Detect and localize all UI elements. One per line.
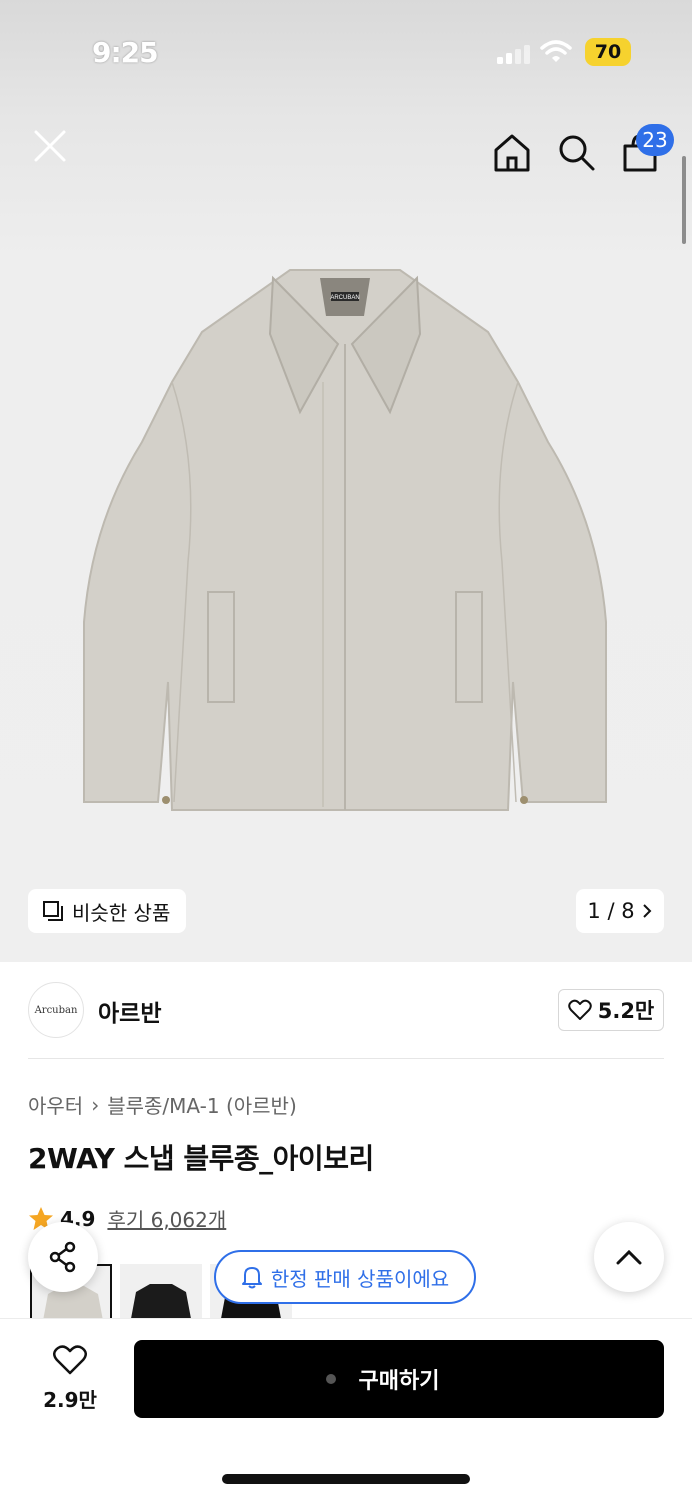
share-button[interactable] [28, 1222, 98, 1292]
search-icon [559, 135, 595, 171]
divider [28, 1058, 664, 1059]
status-bar: 9:25 70 [0, 0, 692, 100]
brand-name[interactable]: 아르반 [98, 994, 161, 1028]
image-page-indicator[interactable]: 1 / 8 [576, 889, 664, 933]
color-option-thumbnail[interactable] [120, 1264, 202, 1320]
breadcrumb: 아우터 › 블루종/MA-1 (아르반) [28, 1090, 297, 1119]
battery-icon: 70 [585, 38, 631, 66]
page-indicator-text: 1 / 8 [587, 899, 635, 923]
product-image-area[interactable]: 9:25 70 23 ARCUBAN 비슷한 상품 1 / 8 [0, 0, 692, 962]
home-indicator[interactable] [222, 1474, 470, 1484]
scrollbar[interactable] [682, 156, 686, 244]
breadcrumb-category[interactable]: 아우터 [28, 1090, 83, 1119]
heart-icon [567, 999, 592, 1020]
home-icon [494, 134, 530, 172]
cellular-signal-icon [497, 45, 530, 64]
chevron-right-icon [642, 904, 651, 918]
similar-products-label: 비슷한 상품 [72, 900, 171, 925]
brand-logo[interactable]: Arcuban [28, 982, 84, 1038]
limited-sale-notice[interactable]: 한정 판매 상품이에요 [214, 1250, 476, 1304]
wifi-icon [540, 40, 572, 62]
wishlist-count: 2.9만 [43, 1388, 97, 1412]
product-title: 2WAY 스냅 블루종_아이보리 [28, 1142, 374, 1175]
brand-like-button[interactable]: 5.2만 [558, 989, 664, 1031]
review-count-link[interactable]: 후기 6,062개 [107, 1204, 226, 1233]
touch-indicator [326, 1374, 336, 1384]
similar-products-button[interactable]: 비슷한 상품 [28, 889, 186, 933]
cart-count-badge: 23 [636, 124, 674, 156]
limited-sale-label: 한정 판매 상품이에요 [270, 1266, 450, 1291]
status-time: 9:25 [92, 36, 159, 69]
jacket-label: ARCUBAN [330, 295, 359, 301]
similar-icon [43, 901, 63, 921]
bell-icon [241, 1267, 262, 1289]
buy-button[interactable]: 구매하기 [134, 1340, 664, 1418]
buy-button-label: 구매하기 [358, 1369, 440, 1394]
share-icon [49, 1241, 76, 1273]
product-image[interactable]: ARCUBAN [78, 262, 612, 818]
close-button[interactable] [26, 122, 74, 170]
scroll-to-top-button[interactable] [594, 1222, 664, 1292]
home-button[interactable] [488, 128, 536, 176]
close-icon [34, 130, 66, 162]
breadcrumb-subcategory[interactable]: 블루종/MA-1 (아르반) [107, 1090, 297, 1119]
heart-icon [53, 1345, 87, 1375]
brand-like-count: 5.2만 [597, 999, 655, 1023]
chevron-right-icon: › [91, 1092, 100, 1117]
wishlist-button[interactable]: 2.9만 [30, 1344, 110, 1413]
chevron-up-icon [616, 1249, 642, 1265]
search-button[interactable] [552, 128, 600, 176]
